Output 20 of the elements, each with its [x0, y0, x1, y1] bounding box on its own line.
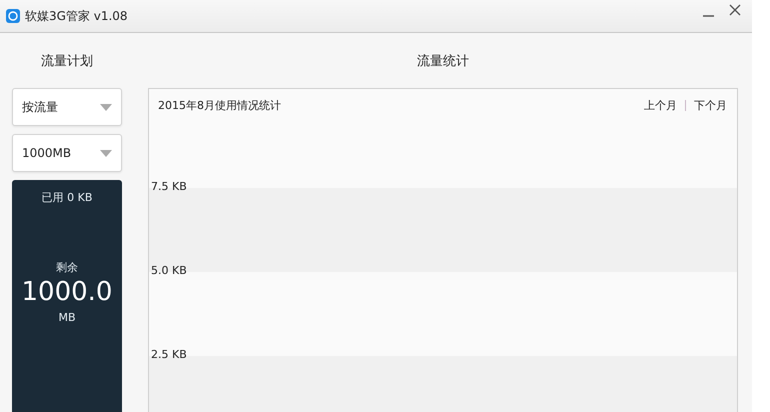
remaining-unit: MB [58, 311, 76, 324]
axis-label: 5.0 KB [151, 264, 187, 277]
minimize-icon [702, 15, 714, 17]
plan-heading: 流量计划 [40, 52, 94, 70]
caret-icon [100, 104, 112, 110]
dropdown[interactable]: 按流量 [12, 88, 122, 126]
axis-label: 2.5 KB [151, 348, 187, 361]
chart-title: 2015年8月使用情况统计 [158, 98, 281, 113]
month-link[interactable]: 下个月 [694, 98, 727, 113]
remaining-value: 1000.0 [22, 277, 112, 307]
used-amount: 已用 0 KB [42, 190, 92, 205]
stats-heading: 流量统计 [416, 52, 470, 70]
remaining-label: 剩余 [56, 260, 78, 275]
close-icon [729, 4, 741, 16]
month-link[interactable]: 上个月 [644, 98, 677, 113]
axis-label: 7.5 KB [151, 180, 187, 193]
dropdown[interactable]: 1000MB [12, 134, 122, 172]
caret-icon [100, 150, 112, 156]
window-title: 软媒3G管家 v1.08 [25, 8, 129, 24]
app-icon [6, 9, 20, 23]
